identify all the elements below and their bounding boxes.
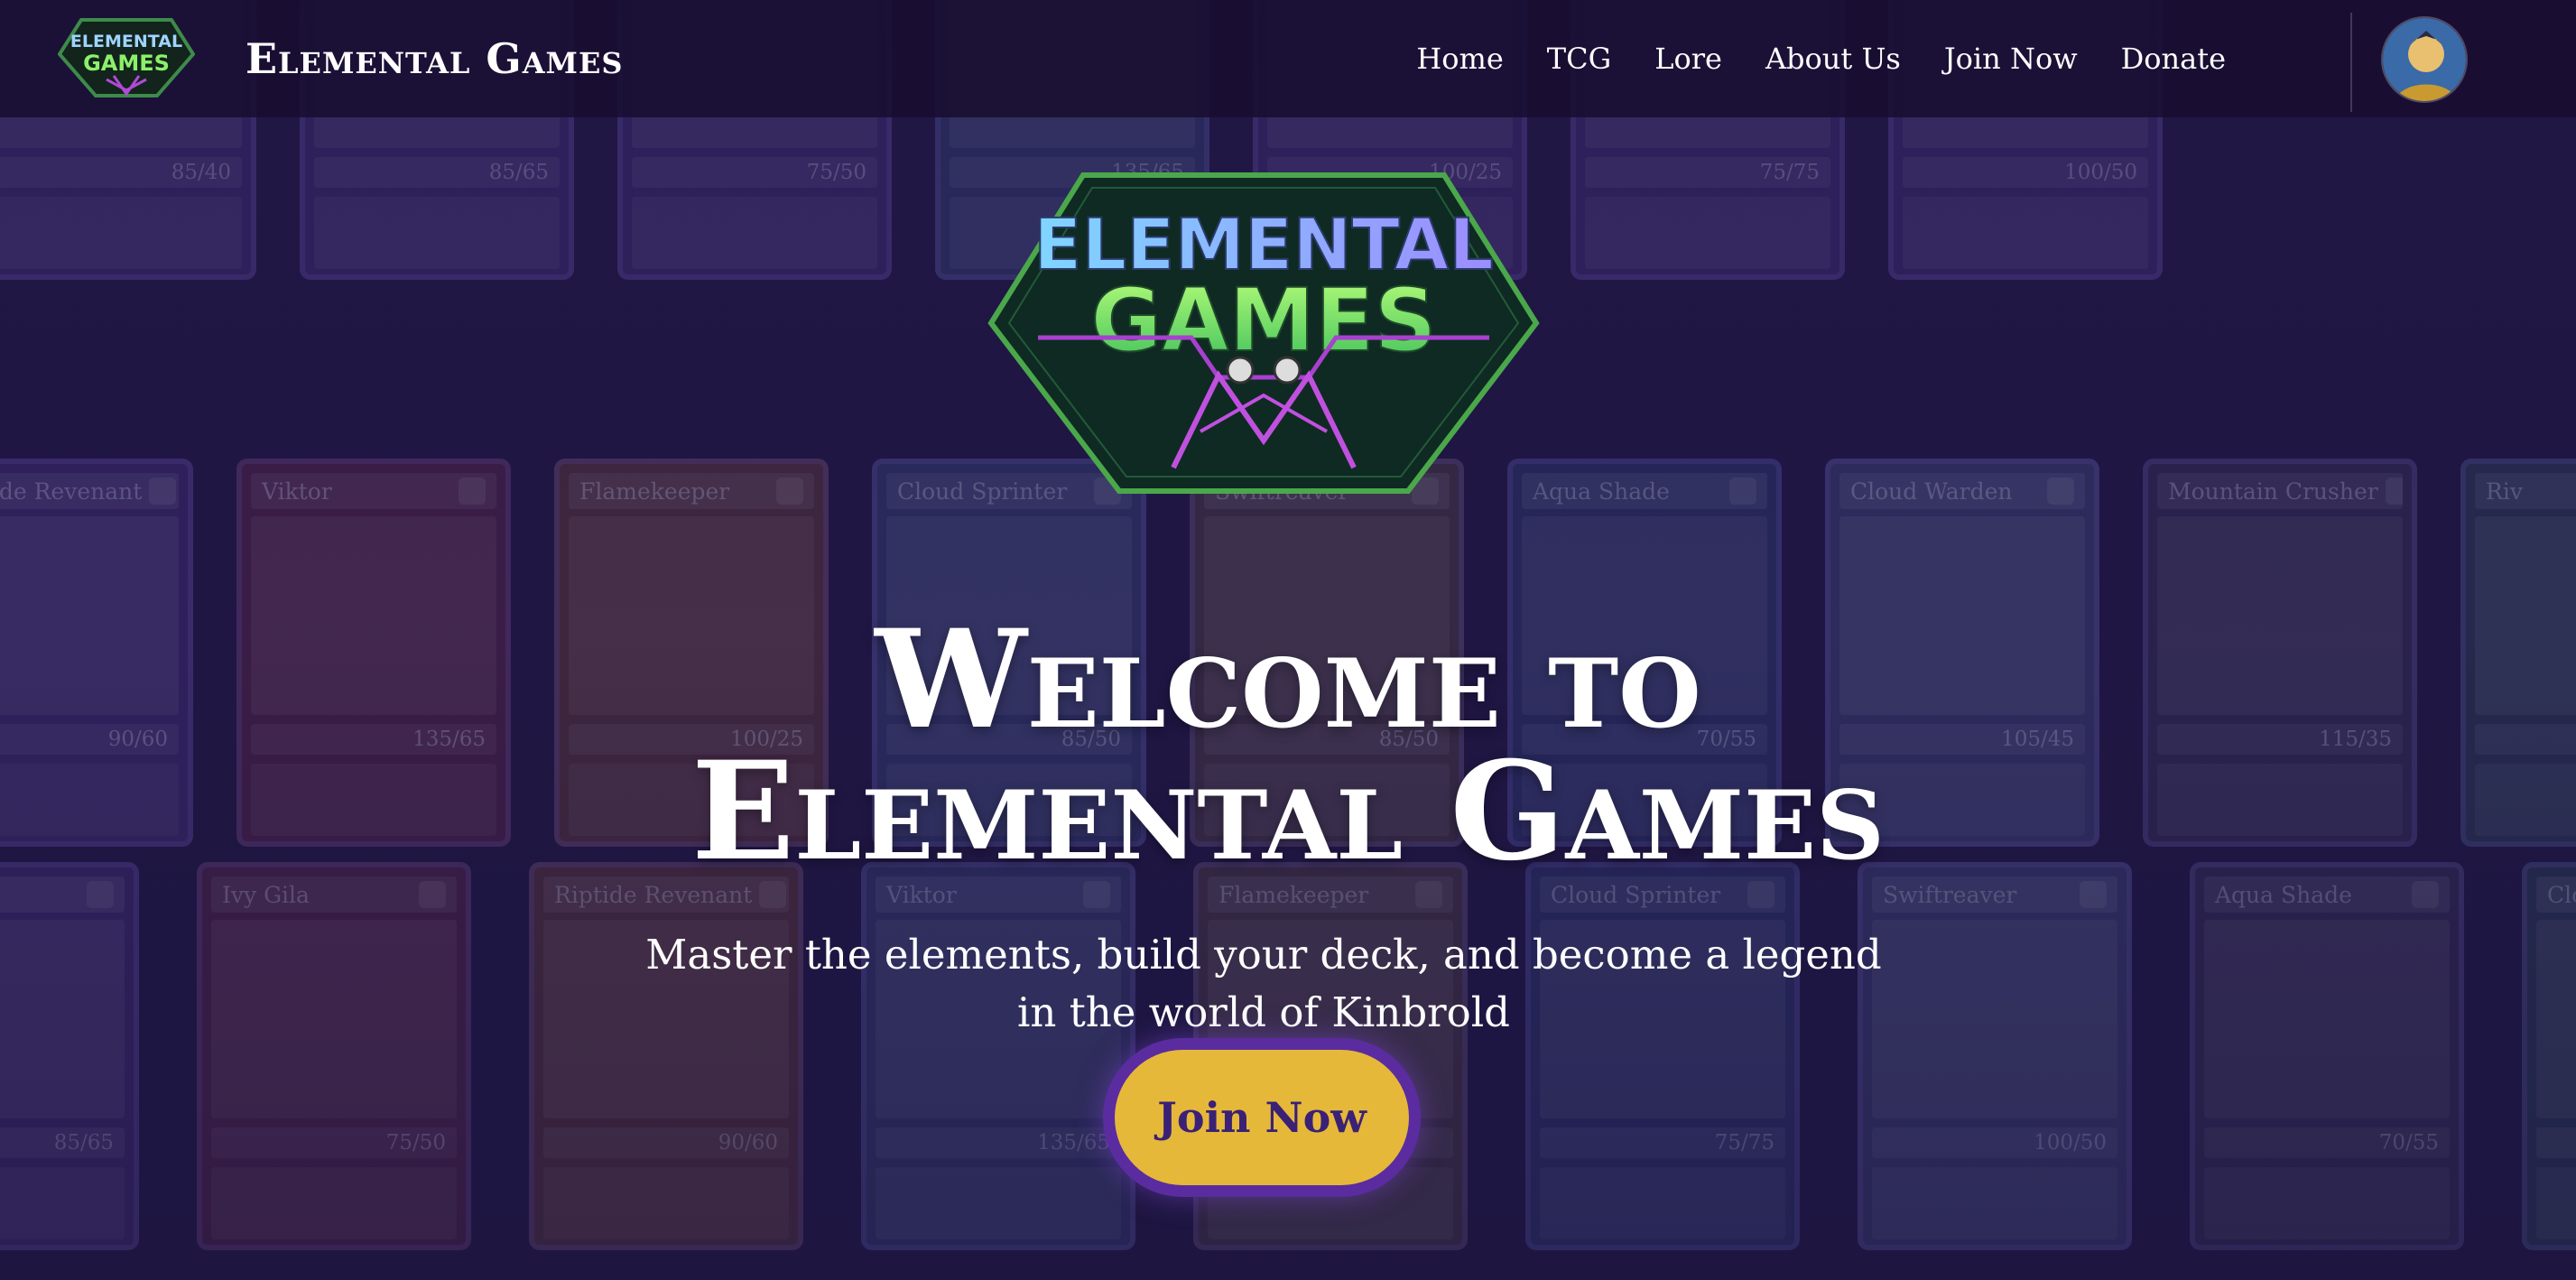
user-avatar-icon xyxy=(2383,18,2466,101)
elemental-games-logo-icon: ELEMENTAL GAMES xyxy=(57,18,196,97)
hero-logo: ELEMENTAL GAMES xyxy=(984,170,1543,496)
hero-title: Welcome to Elemental Games xyxy=(0,612,2576,879)
top-navbar: ELEMENTAL GAMES Elemental Games Home TCG… xyxy=(0,0,2576,117)
nav-link-lore[interactable]: Lore xyxy=(1654,42,1722,76)
join-now-button-label[interactable]: Join Now xyxy=(1115,1050,1409,1185)
nav-logo[interactable]: ELEMENTAL GAMES xyxy=(57,16,196,99)
hero-title-line2: Elemental Games xyxy=(691,732,1885,891)
nav-link-tcg[interactable]: TCG xyxy=(1547,42,1611,76)
hero-subtitle: Master the elements, build your deck, an… xyxy=(645,931,1882,1036)
brand-name[interactable]: Elemental Games xyxy=(246,34,623,83)
avatar[interactable] xyxy=(2381,16,2468,103)
join-now-button[interactable]: Join Now xyxy=(1103,1038,1421,1197)
nav-link-join-now[interactable]: Join Now xyxy=(1944,42,2078,76)
nav-link-donate[interactable]: Donate xyxy=(2121,42,2226,76)
nav-divider xyxy=(2350,13,2352,112)
nav-logo-text-bottom: GAMES xyxy=(83,51,170,76)
hero-logo-text-bottom: GAMES xyxy=(1090,270,1436,371)
nav-links: Home TCG Lore About Us Join Now Donate xyxy=(1416,0,2226,117)
nav-link-home[interactable]: Home xyxy=(1416,42,1503,76)
nav-logo-text-top: ELEMENTAL xyxy=(70,32,182,51)
nav-link-about-us[interactable]: About Us xyxy=(1765,42,1901,76)
elemental-games-emblem-icon: ELEMENTAL GAMES xyxy=(987,172,1540,494)
